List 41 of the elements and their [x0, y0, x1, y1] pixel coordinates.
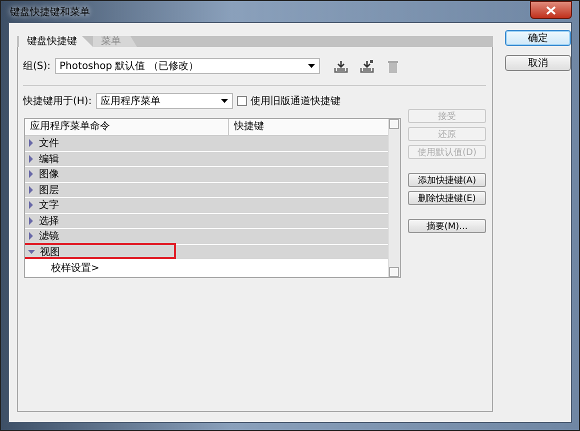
tab[interactable]: 键盘快捷键	[19, 36, 93, 47]
window-title: 键盘快捷键和菜单	[9, 6, 90, 18]
checkbox-label: 使用旧版通道快捷键	[250, 94, 341, 108]
dropdown-caret-icon	[308, 64, 315, 68]
tree-row[interactable]: 编辑	[25, 152, 388, 167]
menu-name: 图层	[39, 184, 59, 197]
new-set-icon[interactable]	[360, 60, 374, 72]
trash-icon[interactable]	[386, 60, 400, 72]
column-header: 应用程序菜单命令	[25, 119, 229, 135]
menu-name: 文件	[39, 136, 59, 150]
save-icon[interactable]	[334, 60, 348, 72]
set-dropdown[interactable]: Photoshop 默认值 （已修改）	[54, 58, 320, 74]
tree-row[interactable]: 视图	[25, 244, 388, 260]
set-label: 组(S):	[23, 60, 51, 73]
shortcuts-for-label: 快捷键用于(H):	[23, 94, 92, 108]
tree-row[interactable]: 选择	[25, 214, 388, 229]
menu-command: 校样设置>	[51, 262, 100, 274]
tree-row[interactable]: 文件	[25, 136, 388, 152]
menu-name: 选择	[39, 214, 59, 228]
dialog-button[interactable]: 确定	[505, 30, 571, 46]
column-header: 快捷键	[232, 120, 264, 134]
action-button[interactable]: 摘要(M)...	[408, 219, 486, 233]
menu-name: 文字	[39, 198, 59, 212]
menu-name: 滤镜	[39, 230, 59, 244]
tree-row[interactable]: 文字	[25, 198, 388, 214]
checkbox[interactable]	[236, 96, 247, 106]
tree-row[interactable]: 滤镜	[25, 229, 388, 244]
dialog-button[interactable]: 取消	[505, 55, 571, 71]
close-button[interactable]	[530, 1, 572, 19]
menu-name: 编辑	[39, 152, 59, 166]
collapse-arrow-icon[interactable]	[28, 248, 35, 255]
shortcuts-for-dropdown[interactable]: 应用程序菜单	[96, 93, 233, 109]
action-button[interactable]: 删除快捷键(E)	[408, 191, 486, 205]
close-icon	[546, 6, 556, 14]
action-button[interactable]: 添加快捷键(A)	[408, 173, 486, 187]
dropdown-caret-icon	[220, 99, 228, 103]
menu-name: 图像	[39, 168, 59, 182]
scrollbar[interactable]	[388, 119, 400, 277]
menu-name: 视图	[40, 246, 60, 259]
tree-row[interactable]: 图像	[25, 167, 388, 182]
tree-row[interactable]: 图层	[25, 182, 388, 198]
